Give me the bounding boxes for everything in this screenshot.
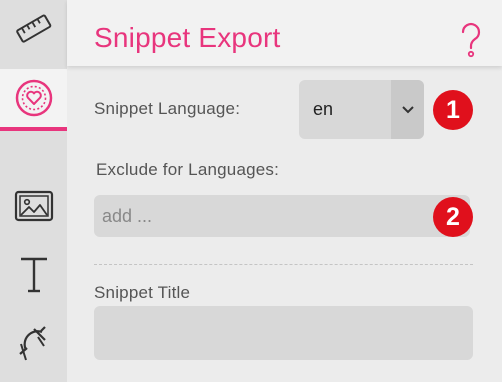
panel-header: Snippet Export bbox=[67, 0, 502, 66]
exclude-languages-input[interactable] bbox=[94, 195, 470, 237]
sidebar-item-ruler[interactable] bbox=[0, 0, 67, 58]
exclude-languages-label: Exclude for Languages: bbox=[96, 160, 280, 179]
snippet-language-label: Snippet Language: bbox=[94, 99, 241, 118]
active-tab-indicator bbox=[0, 127, 67, 131]
question-icon[interactable] bbox=[459, 22, 483, 58]
chevron-down-icon bbox=[401, 105, 414, 113]
magnet-icon bbox=[18, 326, 46, 361]
sidebar-item-image[interactable] bbox=[0, 177, 67, 235]
step-badge-2: 2 bbox=[433, 197, 473, 237]
sidebar-item-text[interactable] bbox=[0, 246, 67, 304]
text-tool-icon bbox=[20, 257, 47, 293]
sidebar-item-snippet-export[interactable] bbox=[0, 69, 67, 127]
snippet-language-select[interactable]: en bbox=[299, 80, 424, 139]
snippet-title-input[interactable] bbox=[94, 306, 473, 360]
image-icon bbox=[14, 190, 53, 222]
step-badge-1: 1 bbox=[433, 90, 473, 130]
snippet-language-value: en bbox=[313, 99, 334, 119]
main-panel: Snippet Export Snippet Language: en 1 Ex… bbox=[67, 0, 502, 382]
heart-badge-icon bbox=[15, 79, 52, 117]
section-divider bbox=[94, 264, 473, 265]
sidebar-item-magnet[interactable] bbox=[0, 313, 67, 371]
page-title: Snippet Export bbox=[94, 22, 281, 53]
dropdown-arrow[interactable] bbox=[391, 80, 424, 139]
sidebar bbox=[0, 0, 67, 382]
snippet-title-label: Snippet Title bbox=[94, 283, 191, 302]
ruler-icon bbox=[15, 14, 51, 43]
